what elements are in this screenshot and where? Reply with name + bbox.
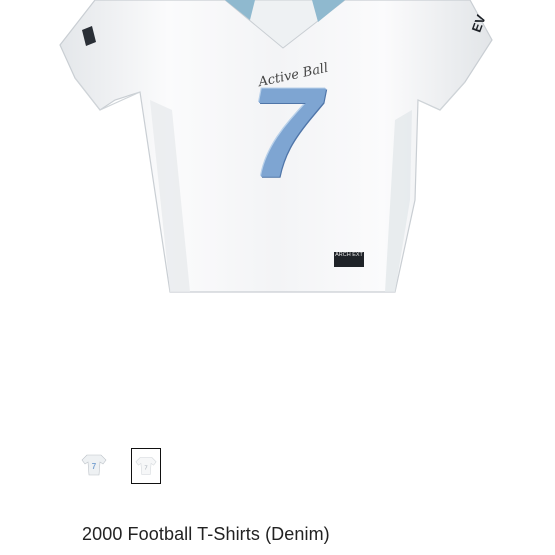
thumbnail-2[interactable]: 7 — [131, 448, 161, 484]
product-title: 2000 Football T-Shirts (Denim) — [82, 524, 330, 544]
hem-tag: ARCH EXT — [334, 252, 364, 267]
thumbnail-1[interactable]: 7 — [80, 448, 108, 482]
thumbnail-jersey-icon: 7 — [81, 454, 107, 476]
thumbnail-number: 7 — [92, 462, 97, 471]
product-image[interactable]: Active Ball 7 EV ARCH EXT — [0, 0, 555, 300]
thumbnail-number: 7 — [144, 465, 147, 471]
jersey-number: 7 — [250, 62, 321, 205]
thumbnail-jersey-icon: 7 — [135, 457, 157, 475]
